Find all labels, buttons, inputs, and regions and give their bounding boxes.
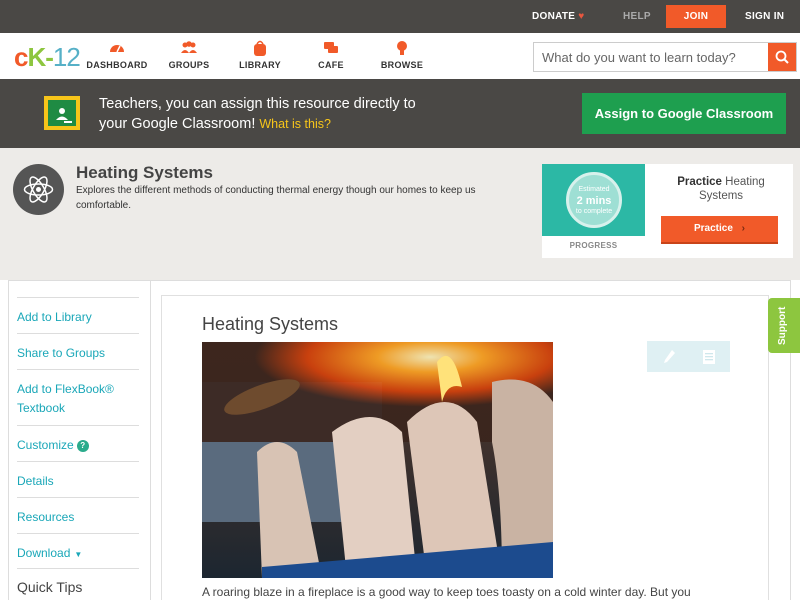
- sidebar-item-download[interactable]: Download ▼: [17, 533, 139, 564]
- donate-link[interactable]: DONATE ♥: [532, 0, 585, 33]
- concept-header: Heating Systems Explores the different m…: [0, 148, 800, 280]
- ck12-logo[interactable]: cK-12: [14, 42, 81, 73]
- estimated-label: Estimated: [578, 186, 610, 193]
- search-icon: [775, 50, 789, 64]
- download-label: Download: [17, 546, 71, 560]
- search-button[interactable]: [768, 43, 796, 71]
- classroom-message: Teachers, you can assign this resource d…: [99, 94, 416, 134]
- classroom-message-line2: your Google Classroom!: [99, 116, 256, 132]
- practice-card: Estimated 2 mins to complete PROGRESS Pr…: [542, 164, 793, 258]
- browse-bulb-icon: [397, 41, 407, 55]
- nav-browse[interactable]: BROWSE: [367, 39, 437, 70]
- quick-tips-heading: Quick Tips: [17, 568, 139, 595]
- sidebar-item-add-to-library[interactable]: Add to Library: [17, 297, 139, 327]
- progress-label: PROGRESS: [569, 241, 618, 250]
- annotation-tools: [647, 341, 730, 372]
- google-classroom-banner: Teachers, you can assign this resource d…: [0, 79, 800, 148]
- notes-icon[interactable]: [702, 349, 716, 365]
- nav-cafe[interactable]: CAFE: [296, 39, 366, 70]
- what-is-this-link[interactable]: What is this?: [259, 117, 331, 131]
- practice-button[interactable]: Practice ›: [661, 216, 778, 244]
- dashboard-gauge-icon: [110, 45, 124, 53]
- caret-down-icon: ▼: [74, 550, 83, 559]
- practice-button-label: Practice: [693, 223, 733, 234]
- donate-label: DONATE: [532, 11, 576, 22]
- nav-browse-label: BROWSE: [380, 60, 424, 70]
- assign-to-classroom-button[interactable]: Assign to Google Classroom: [582, 93, 786, 134]
- search-input[interactable]: [534, 43, 769, 71]
- support-label: Support: [777, 306, 788, 345]
- chevron-right-icon: ›: [741, 223, 746, 234]
- nav-dashboard[interactable]: DASHBOARD: [82, 39, 152, 70]
- help-question-icon[interactable]: ?: [76, 440, 89, 452]
- sidebar-item-resources[interactable]: Resources: [17, 497, 139, 527]
- heart-icon: ♥: [578, 11, 585, 22]
- content-paragraph: A roaring blaze in a fireplace is a good…: [202, 585, 691, 599]
- concept-title: Heating Systems: [76, 163, 213, 182]
- sidebar-item-customize[interactable]: Customize?: [17, 425, 139, 455]
- classroom-message-line1: Teachers, you can assign this resource d…: [99, 96, 416, 112]
- atom-icon: [13, 164, 64, 215]
- search-box: [533, 42, 797, 72]
- nav-cafe-label: CAFE: [318, 60, 344, 70]
- feet-by-fireplace-image: [202, 342, 553, 578]
- groups-people-icon: [181, 41, 197, 53]
- main-nav: cK-12 DASHBOARD GROUPS LIBRARY CAFE BROW…: [0, 33, 800, 79]
- sign-in-link[interactable]: SIGN IN: [745, 0, 784, 33]
- nav-groups[interactable]: GROUPS: [154, 39, 224, 70]
- concept-description: Explores the different methods of conduc…: [76, 185, 476, 211]
- content-title: Heating Systems: [202, 314, 339, 334]
- nav-library-label: LIBRARY: [239, 60, 281, 70]
- nav-library[interactable]: LIBRARY: [225, 39, 295, 70]
- sidebar-item-share-to-groups[interactable]: Share to Groups: [17, 333, 139, 363]
- library-bag-icon: [254, 40, 266, 56]
- estimated-minutes: 2 mins: [576, 195, 612, 207]
- sidebar-item-add-to-flexbook[interactable]: Add to FlexBook® Textbook: [17, 369, 139, 426]
- top-utility-bar: DONATE ♥ HELP JOIN SIGN IN: [0, 0, 800, 33]
- cafe-chat-icon: [324, 42, 338, 53]
- help-link[interactable]: HELP: [623, 0, 651, 33]
- practice-progress-panel: Estimated 2 mins to complete: [542, 164, 645, 236]
- google-classroom-icon: [44, 96, 80, 130]
- practice-title: Practice Heating Systems: [677, 176, 765, 202]
- left-sidebar: Add to Library Share to Groups Add to Fl…: [8, 280, 151, 600]
- support-tab[interactable]: Support: [768, 298, 800, 353]
- sidebar-item-details[interactable]: Details: [17, 461, 139, 491]
- customize-label: Customize: [17, 438, 74, 452]
- join-button[interactable]: JOIN: [666, 5, 726, 28]
- nav-groups-label: GROUPS: [168, 60, 210, 70]
- estimated-time-badge: Estimated 2 mins to complete: [566, 172, 622, 228]
- to-complete-label: to complete: [575, 208, 613, 215]
- nav-dashboard-label: DASHBOARD: [86, 60, 148, 70]
- pencil-icon[interactable]: [662, 349, 676, 365]
